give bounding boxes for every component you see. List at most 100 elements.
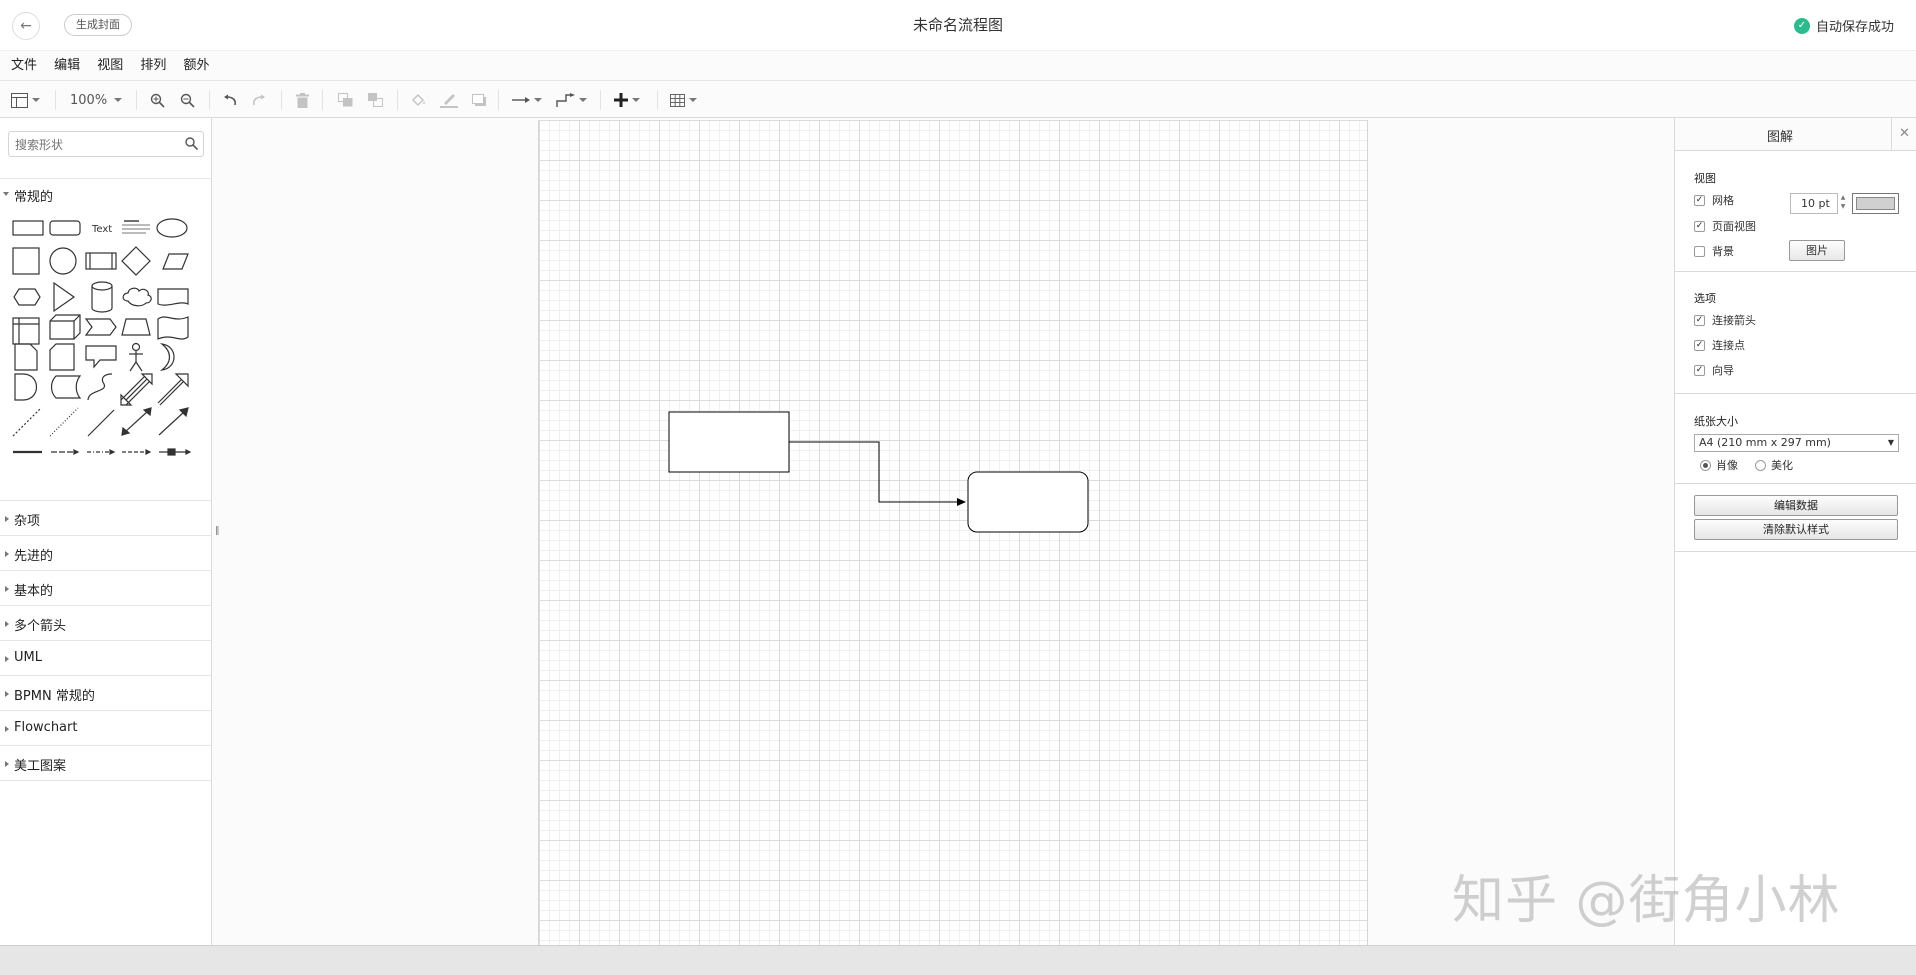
shadow-button[interactable] <box>472 90 487 110</box>
shape-hexagon[interactable] <box>13 288 41 306</box>
landscape-option[interactable]: 美化 <box>1755 457 1793 473</box>
category-uml[interactable]: UML <box>0 640 211 675</box>
zoom-in-button[interactable] <box>150 90 165 110</box>
clear-default-style-button[interactable]: 清除默认样式 <box>1694 519 1898 540</box>
zoom-out-button[interactable] <box>180 90 195 110</box>
shape-dashed-line[interactable] <box>12 407 42 437</box>
shape-diamond[interactable] <box>121 246 151 276</box>
shape-delay[interactable] <box>14 373 38 401</box>
shape-curve[interactable] <box>87 373 113 401</box>
shape-connector-dotted[interactable] <box>122 449 152 455</box>
connection-arrows-checkbox[interactable]: ✓ <box>1694 314 1705 326</box>
shape-text[interactable]: Text <box>91 224 112 235</box>
document-title[interactable]: 未命名流程图 <box>0 14 1916 35</box>
portrait-option[interactable]: 肖像 <box>1700 457 1738 473</box>
menu-edit[interactable]: 编辑 <box>54 51 80 81</box>
shape-stored-data[interactable] <box>50 375 82 399</box>
shape-search-input[interactable] <box>15 136 175 154</box>
close-panel-button[interactable]: ✕ <box>1891 118 1916 151</box>
grid-checkbox[interactable]: ✓ <box>1694 194 1705 206</box>
category-general[interactable]: 常规的 <box>0 178 211 206</box>
shape-square[interactable] <box>12 247 40 275</box>
shape-ellipse[interactable] <box>156 218 188 238</box>
line-color-button[interactable] <box>440 90 458 110</box>
to-front-button[interactable] <box>338 90 353 110</box>
category-flowchart[interactable]: Flowchart <box>0 710 211 745</box>
guides-checkbox[interactable]: ✓ <box>1694 364 1705 376</box>
flow-rectangle[interactable] <box>668 411 790 473</box>
grid-option[interactable]: ✓ 网格 <box>1694 192 1734 208</box>
grid-color-button[interactable] <box>1852 193 1899 214</box>
shape-textbox[interactable] <box>122 220 150 234</box>
category-advanced[interactable]: 先进的 <box>0 535 211 570</box>
landscape-radio[interactable] <box>1755 459 1766 471</box>
shape-document[interactable] <box>157 288 189 306</box>
connection-arrows-option[interactable]: ✓ 连接箭头 <box>1694 312 1756 328</box>
shape-connector-dashed[interactable] <box>87 449 116 455</box>
category-bpmn[interactable]: BPMN 常规的 <box>0 675 211 710</box>
shape-internal-storage[interactable] <box>12 317 40 345</box>
shape-connector-with-label[interactable] <box>159 448 192 456</box>
delete-button[interactable] <box>296 90 309 110</box>
shape-step[interactable] <box>84 318 117 336</box>
shape-line[interactable] <box>87 409 115 437</box>
sidebar-splitter[interactable]: ‖ <box>212 118 222 945</box>
shape-triangle[interactable] <box>53 281 76 313</box>
shape-arrow[interactable] <box>157 373 189 406</box>
table-button[interactable] <box>670 90 697 110</box>
format-panel-title[interactable]: 图解 <box>1675 126 1885 145</box>
shape-process[interactable] <box>85 252 117 270</box>
category-clipart[interactable]: 美工图案 <box>0 745 211 780</box>
format-panel-button[interactable] <box>11 90 40 110</box>
diagram-canvas[interactable] <box>222 118 1674 945</box>
shape-search[interactable] <box>8 131 204 157</box>
flow-connector[interactable] <box>789 441 958 503</box>
shape-note[interactable] <box>14 343 38 371</box>
menu-arrange[interactable]: 排列 <box>140 51 166 81</box>
menu-extras[interactable]: 额外 <box>183 51 209 81</box>
shape-trapezoid[interactable] <box>121 318 151 336</box>
shape-bidirectional-arrow[interactable] <box>120 373 153 406</box>
background-image-button[interactable]: 图片 <box>1789 240 1845 261</box>
flow-rounded-rectangle[interactable] <box>967 471 1089 533</box>
redo-button[interactable] <box>252 90 267 110</box>
insert-button[interactable] <box>614 90 640 110</box>
shape-tape[interactable] <box>157 316 189 340</box>
connection-points-option[interactable]: ✓ 连接点 <box>1694 337 1745 353</box>
shape-cube[interactable] <box>49 314 81 340</box>
page-view-checkbox[interactable]: ✓ <box>1694 220 1705 232</box>
diagram-page[interactable] <box>538 120 1368 945</box>
portrait-radio[interactable] <box>1700 459 1711 471</box>
guides-option[interactable]: ✓ 向导 <box>1694 362 1734 378</box>
category-basic[interactable]: 基本的 <box>0 570 211 605</box>
shape-connector-arrow[interactable] <box>51 449 80 455</box>
shape-bidirectional-connector[interactable] <box>121 407 152 436</box>
undo-button[interactable] <box>222 90 237 110</box>
background-checkbox[interactable] <box>1694 245 1705 257</box>
edit-data-button[interactable]: 编辑数据 <box>1694 495 1898 516</box>
shape-parallelogram[interactable] <box>162 253 189 270</box>
grid-size-stepper[interactable]: ▲ ▼ <box>1838 193 1848 214</box>
shape-rounded-rectangle[interactable] <box>49 220 81 236</box>
category-arrows[interactable]: 多个箭头 <box>0 605 211 640</box>
connection-style-dropdown[interactable] <box>512 90 542 110</box>
connection-points-checkbox[interactable]: ✓ <box>1694 339 1705 351</box>
grid-size-input[interactable]: 10 pt <box>1790 193 1838 214</box>
paper-size-select[interactable]: A4 (210 mm x 297 mm) ▼ <box>1694 434 1899 452</box>
menu-view[interactable]: 视图 <box>97 51 123 81</box>
waypoints-dropdown[interactable] <box>556 90 587 110</box>
menu-file[interactable]: 文件 <box>11 51 37 81</box>
background-option[interactable]: 背景 <box>1694 243 1734 259</box>
shape-actor[interactable] <box>129 342 143 372</box>
shape-cylinder[interactable] <box>91 281 113 313</box>
page-view-option[interactable]: ✓ 页面视图 <box>1694 218 1756 234</box>
to-back-button[interactable] <box>368 90 383 110</box>
search-icon[interactable] <box>185 137 198 150</box>
shape-rectangle[interactable] <box>12 220 44 236</box>
fill-color-button[interactable] <box>411 90 427 110</box>
shape-directional-connector[interactable] <box>158 407 189 436</box>
shape-cloud[interactable] <box>122 287 152 307</box>
shape-circle[interactable] <box>49 247 77 275</box>
shape-callout[interactable] <box>85 345 117 369</box>
shape-card[interactable] <box>49 343 75 371</box>
